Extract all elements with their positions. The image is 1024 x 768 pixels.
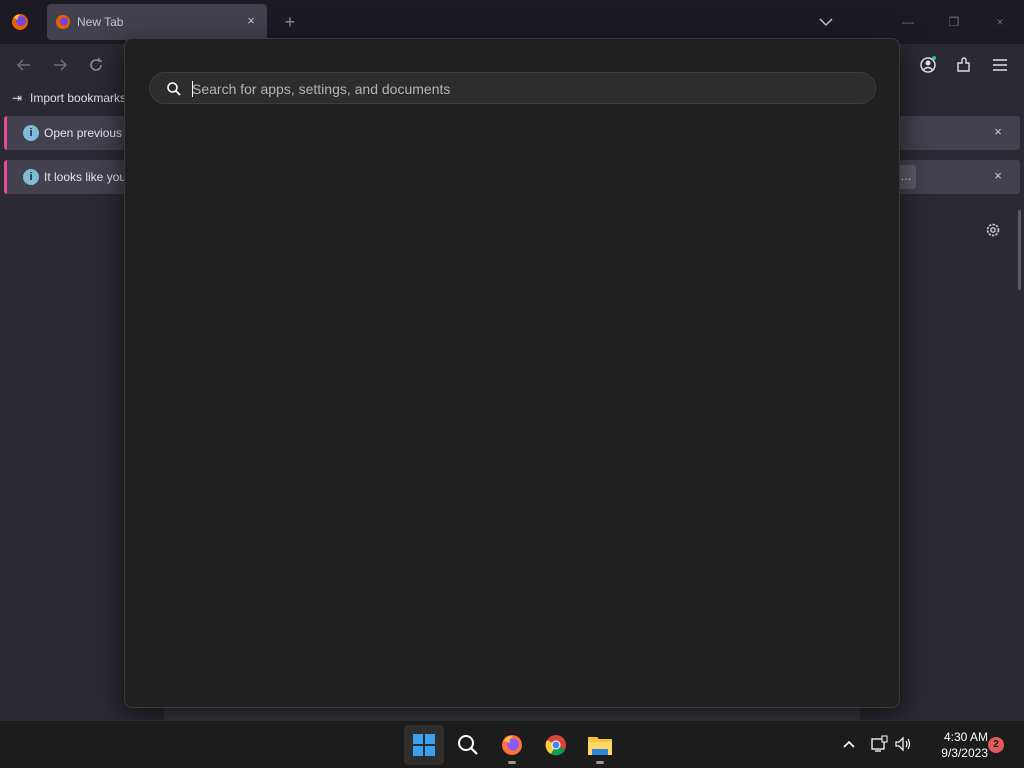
tab-title: New Tab — [77, 15, 124, 29]
gear-icon[interactable] — [983, 220, 1003, 240]
info-icon: i — [23, 169, 39, 185]
start-icon — [413, 734, 435, 756]
text-caret — [192, 81, 193, 97]
taskbar-file-explorer-button[interactable] — [580, 725, 620, 765]
chevron-up-icon[interactable] — [840, 735, 858, 753]
import-bookmarks-button[interactable]: ⇥ Import bookmarks… — [12, 91, 138, 105]
search-input[interactable] — [192, 77, 862, 101]
top-sites-thumbnails — [164, 707, 860, 720]
volume-icon[interactable] — [894, 735, 912, 753]
clock-date: 9/3/2023 — [941, 746, 988, 760]
search-flyout — [124, 38, 900, 708]
network-icon[interactable] — [870, 735, 888, 753]
tab-close-icon[interactable]: × — [243, 13, 259, 29]
import-bookmarks-label: Import bookmarks… — [30, 91, 139, 105]
firefox-icon — [502, 735, 522, 755]
firefox-icon — [56, 15, 70, 29]
menu-icon[interactable] — [990, 55, 1010, 75]
search-icon — [458, 735, 478, 755]
taskbar: 4:30 AM 9/3/2023 2 — [0, 720, 1024, 768]
new-tab-button[interactable]: + — [280, 12, 300, 32]
close-icon[interactable]: × — [990, 124, 1006, 140]
minimize-button[interactable]: — — [898, 12, 918, 32]
clock[interactable]: 4:30 AM 9/3/2023 — [918, 729, 988, 761]
firefox-app-icon[interactable] — [10, 12, 30, 32]
back-icon[interactable] — [14, 55, 34, 75]
taskbar-firefox-button[interactable] — [492, 725, 532, 765]
chevron-down-icon[interactable] — [816, 12, 836, 32]
import-icon: ⇥ — [12, 91, 23, 105]
tab-new-tab[interactable]: New Tab × — [47, 4, 267, 40]
file-explorer-icon — [588, 737, 612, 755]
taskbar-search-button[interactable] — [448, 725, 488, 765]
running-indicator — [508, 761, 516, 764]
info-icon: i — [23, 125, 39, 141]
reload-icon[interactable] — [86, 55, 106, 75]
clock-time: 4:30 AM — [943, 730, 988, 744]
close-window-button[interactable]: × — [990, 12, 1010, 32]
close-icon[interactable]: × — [990, 168, 1006, 184]
forward-icon[interactable] — [50, 55, 70, 75]
search-icon — [167, 82, 181, 96]
chrome-icon — [545, 735, 566, 756]
scrollbar[interactable] — [1018, 210, 1021, 290]
restore-button[interactable]: ❐ — [944, 12, 964, 32]
start-button[interactable] — [404, 725, 444, 765]
extensions-icon[interactable] — [954, 55, 974, 75]
running-indicator — [596, 761, 604, 764]
search-box[interactable] — [149, 72, 876, 104]
account-icon[interactable] — [918, 55, 938, 75]
taskbar-chrome-button[interactable] — [536, 725, 576, 765]
notification-badge[interactable]: 2 — [988, 737, 1004, 753]
